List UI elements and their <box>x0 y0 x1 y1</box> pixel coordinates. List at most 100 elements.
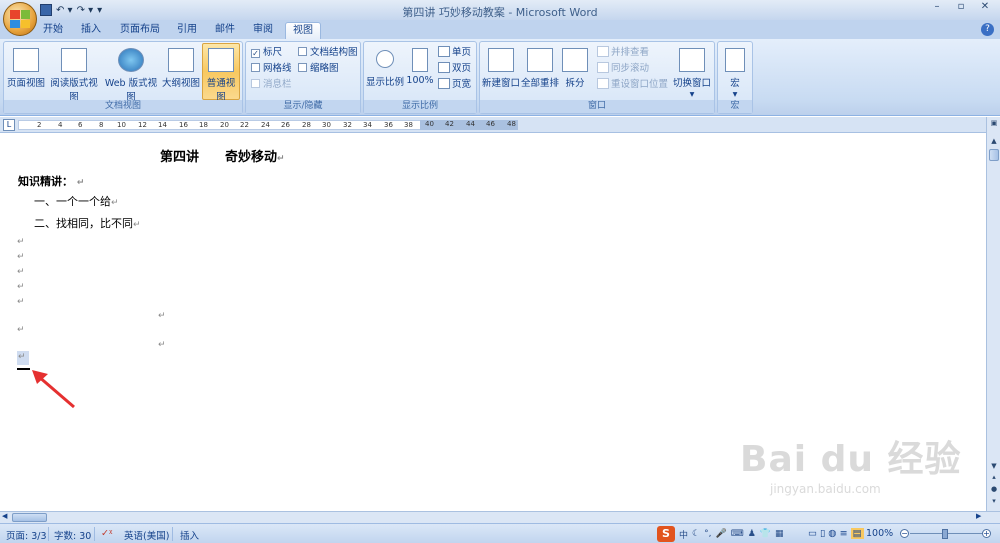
vertical-scrollbar[interactable]: ▣ ▲ ▼ ▴ ● ▾ <box>986 117 1000 511</box>
dropdown-arrow-icon: ▾ <box>732 89 738 100</box>
ruler-toggle-icon[interactable]: ▣ <box>989 119 999 129</box>
print-layout-icon <box>13 48 39 72</box>
group-label-zoom: 显示比例 <box>364 100 476 113</box>
close-button[interactable]: ✕ <box>974 1 996 17</box>
list-item: 二、找相同，比不同↵ <box>34 215 141 231</box>
document-title: 第四讲 奇妙移动↵ <box>160 146 285 165</box>
selected-paragraph-mark: ↵ <box>17 351 29 365</box>
macros-button[interactable]: 宏 ▾ <box>720 44 750 100</box>
zoom-slider-knob[interactable] <box>942 529 948 539</box>
zoom-out-icon[interactable]: − <box>900 529 909 538</box>
proofing-icon[interactable]: ✓ᵡ <box>101 528 112 539</box>
page-width-button[interactable]: 页宽 <box>438 77 471 92</box>
grid-icon[interactable]: ▦ <box>775 529 784 539</box>
next-page-icon[interactable]: ▾ <box>989 497 999 507</box>
shirt-icon[interactable]: 👕 <box>760 529 771 539</box>
gridlines-checkbox[interactable]: 网格线 <box>251 61 292 76</box>
arrange-all-button[interactable]: 全部重排 <box>521 44 559 100</box>
reading-layout-button[interactable]: 阅读版式视图 <box>47 44 101 103</box>
reset-window-icon <box>597 78 609 89</box>
list-item-text: 一、一个一个给 <box>34 195 111 208</box>
paragraph-mark: ↵ <box>17 267 25 277</box>
draft-icon <box>208 48 234 72</box>
scroll-right-icon[interactable]: ▶ <box>976 512 981 520</box>
zoom-button[interactable]: 显示比例 <box>366 44 404 100</box>
tab-page-layout[interactable]: 页面布局 <box>116 22 164 39</box>
ruler-number: 6 <box>78 121 83 129</box>
view-web-icon[interactable]: ◍ <box>828 528 836 539</box>
zoom-in-icon[interactable]: + <box>982 529 991 538</box>
ruler-number: 38 <box>404 121 413 129</box>
group-macros: 宏 ▾ 宏 <box>717 41 753 114</box>
language-indicator[interactable]: 英语(美国) <box>124 528 169 542</box>
paragraph-mark: ↵ <box>18 352 26 362</box>
ruler-number: 8 <box>99 121 104 129</box>
sogou-ime-icon[interactable]: S <box>657 526 675 542</box>
switch-windows-button[interactable]: 切换窗口 ▾ <box>672 44 712 100</box>
office-logo-icon <box>10 10 30 28</box>
scroll-left-icon[interactable]: ◀ <box>2 512 7 520</box>
tab-mailings[interactable]: 邮件 <box>210 22 240 39</box>
scroll-down-icon[interactable]: ▼ <box>989 462 999 472</box>
ruler-number: 36 <box>384 121 393 129</box>
tab-insert[interactable]: 插入 <box>76 22 106 39</box>
two-pages-button[interactable]: 双页 <box>438 61 471 76</box>
zoom-level[interactable]: 100% <box>866 528 893 539</box>
previous-page-icon[interactable]: ▴ <box>989 473 999 483</box>
view-draft-icon[interactable]: ▤ <box>850 528 864 539</box>
office-button[interactable] <box>3 2 37 36</box>
vertical-scroll-thumb[interactable] <box>989 149 999 161</box>
checkbox-icon <box>298 63 307 72</box>
web-layout-button[interactable]: Web 版式视图 <box>102 44 160 103</box>
new-window-icon <box>488 48 514 72</box>
ruler-number: 44 <box>466 120 475 128</box>
minimize-button[interactable]: – <box>926 1 948 17</box>
tab-view[interactable]: 视图 <box>285 22 321 39</box>
help-icon[interactable]: ? <box>981 23 994 36</box>
microphone-icon[interactable]: 🎤 <box>715 529 726 539</box>
document-map-checkbox[interactable]: 文档结构图 <box>298 45 358 60</box>
zoom-slider[interactable]: − + <box>900 529 991 539</box>
page-width-icon <box>438 78 450 89</box>
view-reading-icon[interactable]: ▯ <box>820 528 825 539</box>
tab-review[interactable]: 审阅 <box>248 22 278 39</box>
ime-chinese-mode[interactable]: 中 <box>679 528 688 541</box>
user-icon[interactable]: ♟ <box>748 529 756 539</box>
arrange-all-icon <box>527 48 553 72</box>
horizontal-scrollbar[interactable]: ◀ ▶ <box>0 511 1000 523</box>
divider <box>172 527 173 541</box>
one-page-button[interactable]: 单页 <box>438 45 471 60</box>
horizontal-scroll-thumb[interactable] <box>12 513 47 522</box>
thumbnails-checkbox[interactable]: 缩略图 <box>298 61 339 76</box>
ruler-number: 24 <box>261 121 270 129</box>
ruler-number: 30 <box>322 121 331 129</box>
restore-button[interactable]: ▫ <box>950 1 972 17</box>
macros-icon <box>725 48 745 72</box>
outline-label: 大纲视图 <box>161 78 200 89</box>
punctuation-icon[interactable]: °, <box>704 529 711 539</box>
tab-references[interactable]: 引用 <box>172 22 202 39</box>
tab-home[interactable]: 开始 <box>38 22 68 39</box>
title-bar: ↶ ▾ ↷ ▾ ▾ 第四讲 巧妙移动教案 - Microsoft Word – … <box>0 0 1000 20</box>
moon-icon[interactable]: ☾ <box>692 529 700 539</box>
page-indicator[interactable]: 页面: 3/3 <box>6 528 47 542</box>
two-pages-icon <box>438 62 450 73</box>
insert-mode-indicator[interactable]: 插入 <box>180 528 199 542</box>
tab-selector-button[interactable]: L <box>3 119 15 131</box>
ribbon: 页面视图 阅读版式视图 Web 版式视图 大纲视图 普通视图 文档视图 ✓ 标尺 … <box>0 39 1000 116</box>
word-count[interactable]: 字数: 30 <box>54 528 91 542</box>
outline-view-button[interactable]: 大纲视图 <box>161 44 201 100</box>
checkbox-icon <box>298 47 307 56</box>
view-print-layout-icon[interactable]: ▭ <box>808 528 817 539</box>
keyboard-icon[interactable]: ⌨ <box>731 529 744 539</box>
browse-object-icon[interactable]: ● <box>989 485 999 495</box>
ruler-checkbox[interactable]: ✓ 标尺 <box>251 45 282 60</box>
split-button[interactable]: 拆分 <box>560 44 590 100</box>
scroll-up-icon[interactable]: ▲ <box>989 137 999 147</box>
new-window-button[interactable]: 新建窗口 <box>482 44 520 100</box>
draft-view-button[interactable]: 普通视图 <box>202 43 240 103</box>
paragraph-mark: ↵ <box>158 311 166 321</box>
zoom-100-button[interactable]: 100% <box>406 44 434 100</box>
view-outline-icon[interactable]: ≡ <box>840 528 848 539</box>
print-layout-button[interactable]: 页面视图 <box>6 44 46 100</box>
